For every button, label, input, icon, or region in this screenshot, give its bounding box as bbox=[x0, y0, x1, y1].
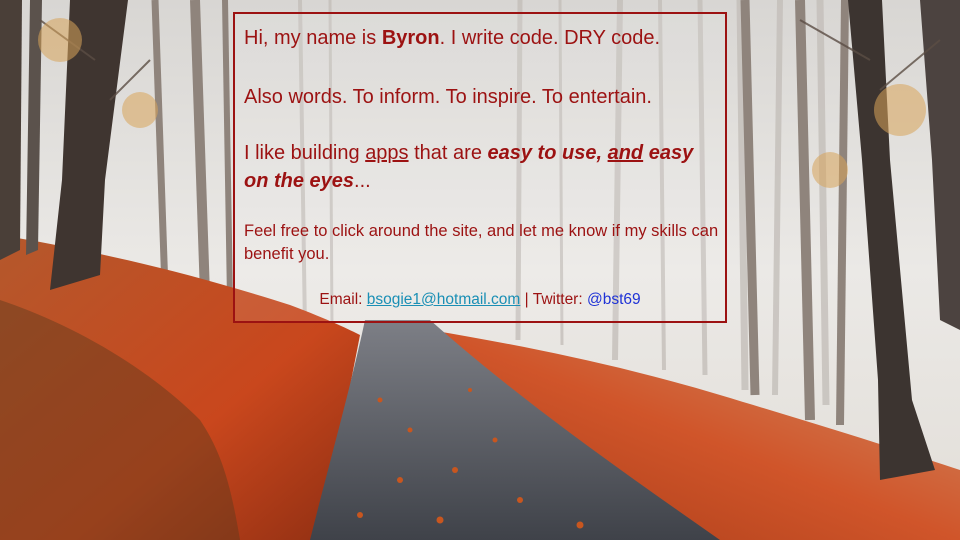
apps-line: I like building apps that are easy to us… bbox=[244, 139, 719, 195]
and-link[interactable]: and bbox=[608, 142, 644, 164]
author-name: Byron bbox=[381, 27, 440, 49]
easy-to-use-text: easy to use, bbox=[487, 142, 603, 164]
twitter-label: | Twitter: bbox=[520, 291, 587, 308]
twitter-link[interactable]: @bst69 bbox=[587, 291, 641, 308]
intro-text: Hi, my name is bbox=[244, 27, 382, 49]
apps-link[interactable]: apps bbox=[365, 142, 408, 164]
email-link[interactable]: bsogie1@hotmail.com bbox=[367, 291, 521, 308]
apps-line-mid: that are bbox=[408, 142, 488, 164]
email-label: Email: bbox=[319, 291, 367, 308]
intro-text-tail: . I write code. DRY code. bbox=[439, 27, 661, 49]
contact-invite-text: Feel free to click around the site, and … bbox=[244, 222, 719, 263]
ellipsis-text: ... bbox=[354, 170, 371, 192]
intro-card: Hi, my name is Byron. I write code. DRY … bbox=[233, 12, 727, 323]
words-line: Also words. To inform. To inspire. To en… bbox=[244, 86, 652, 108]
apps-line-text: I like building bbox=[244, 142, 366, 164]
intro-line: Hi, my name is Byron. I write code. DRY … bbox=[244, 27, 719, 50]
contact-line: Email: bsogie1@hotmail.com | Twitter: @b… bbox=[235, 291, 725, 309]
